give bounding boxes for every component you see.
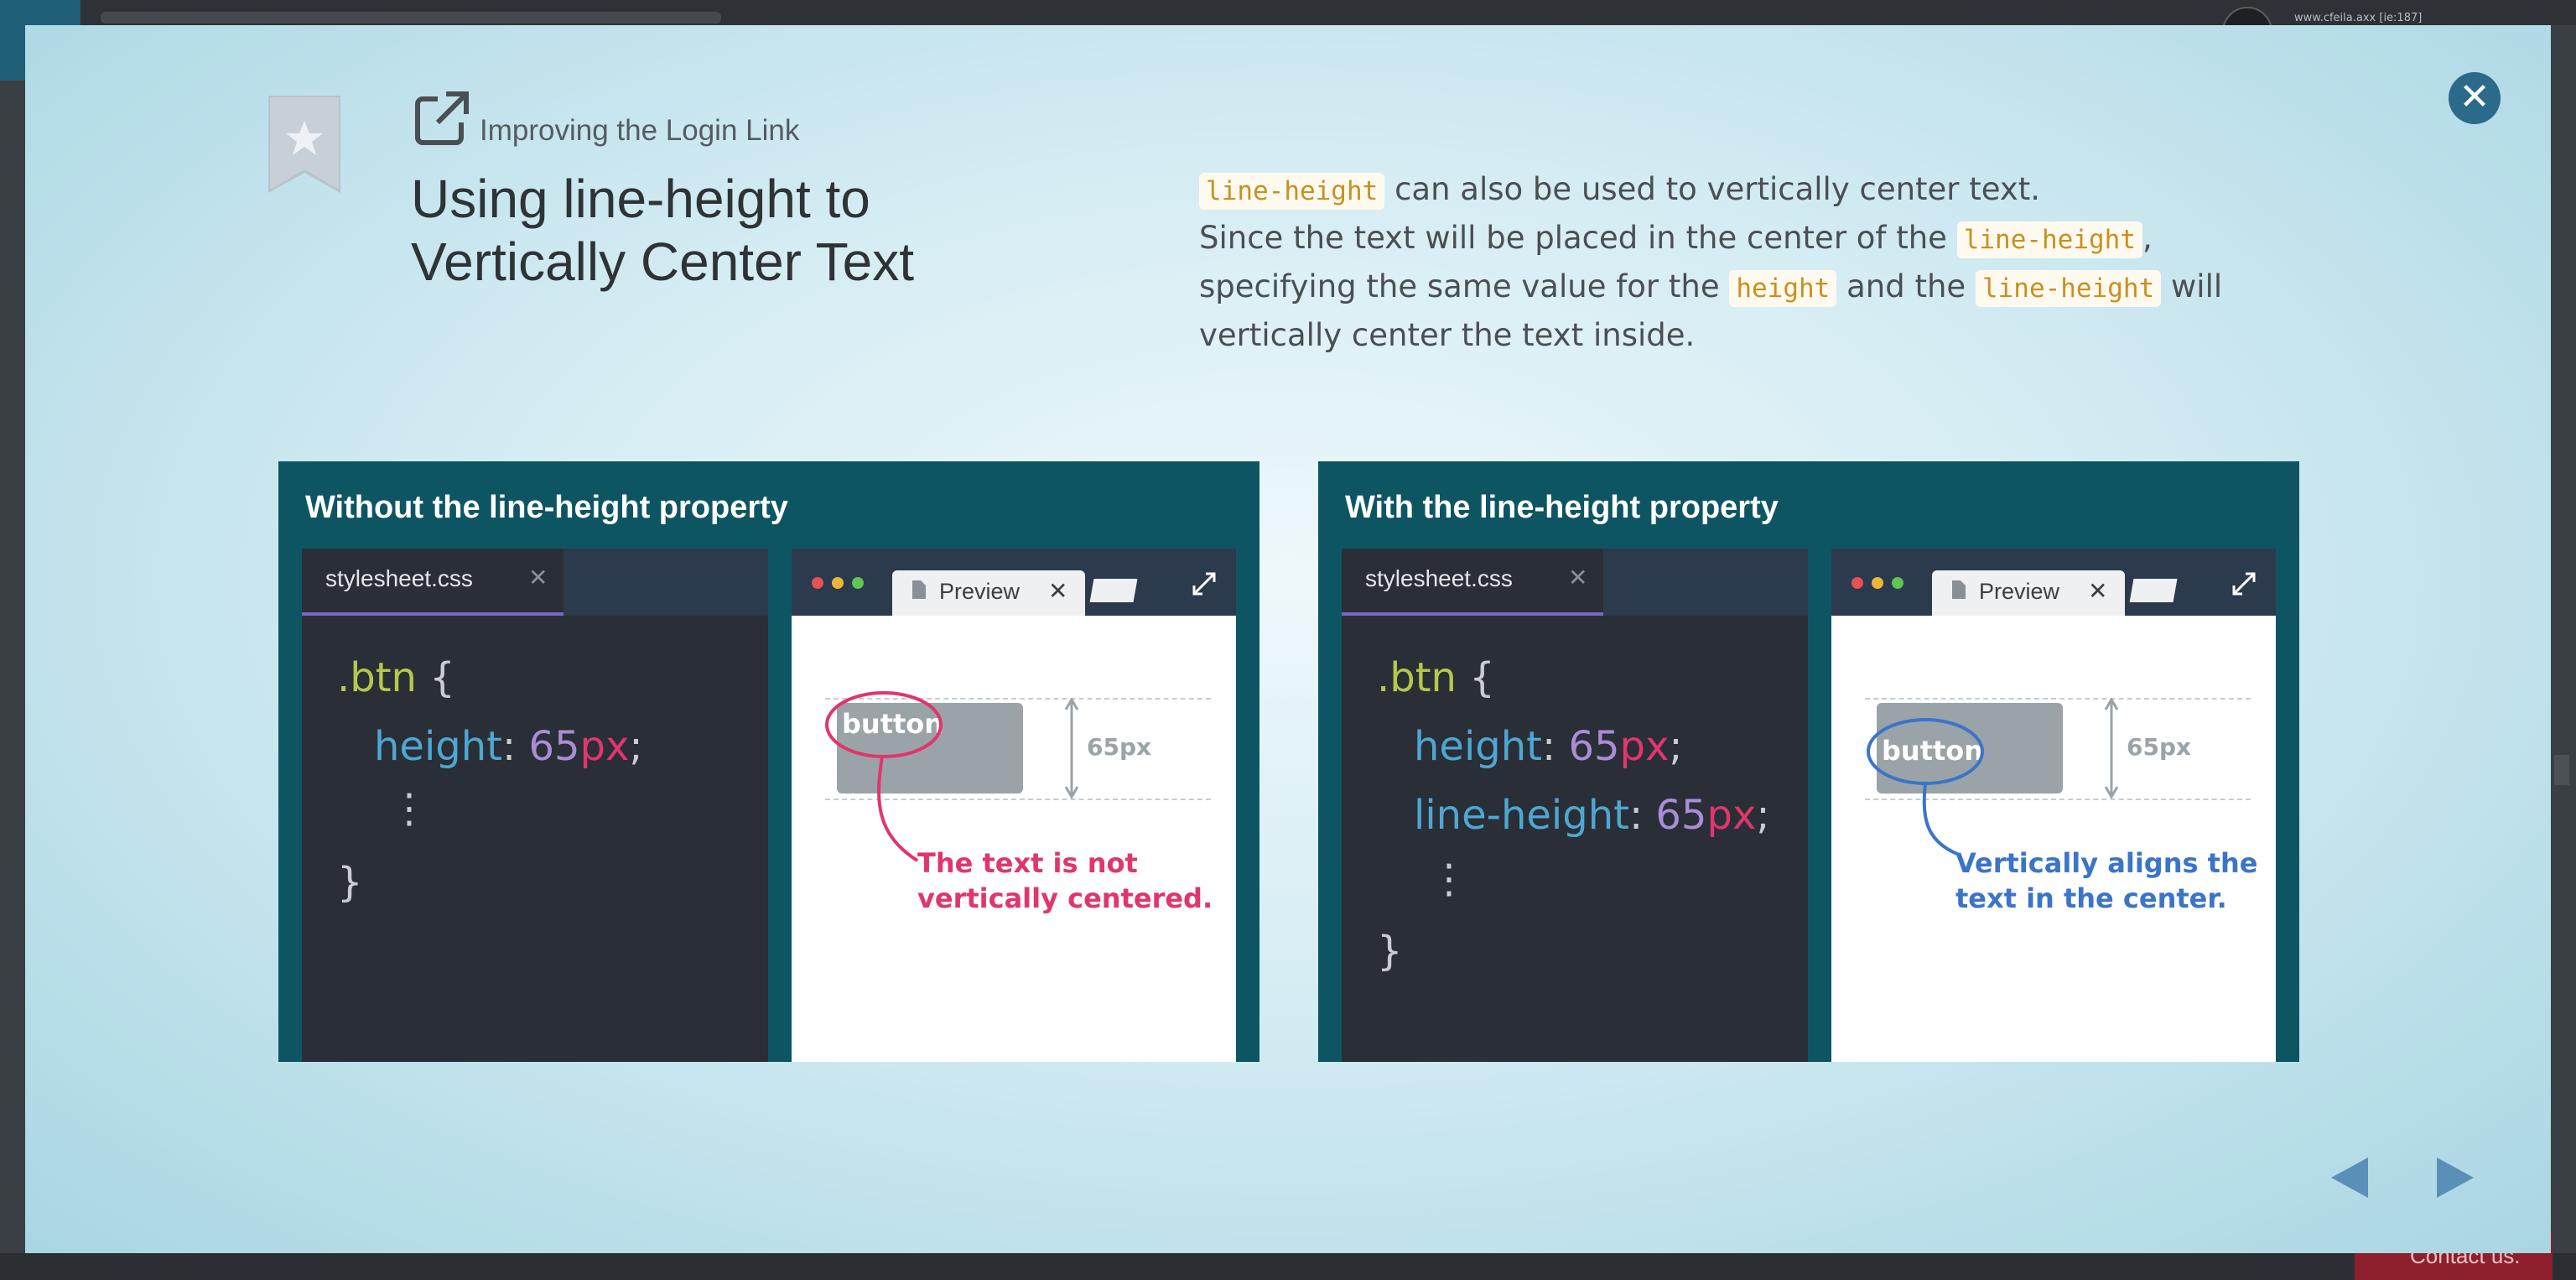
code-unit: px <box>1706 792 1757 839</box>
code-number: 65 <box>528 723 580 770</box>
inline-code: height <box>1729 270 1837 307</box>
callout-line-1: The text is not <box>917 847 1138 879</box>
previous-arrow-icon[interactable] <box>2326 1153 2376 1203</box>
editor-tab-stylesheet[interactable]: stylesheet.css ✕ <box>302 549 564 616</box>
code-unit: px <box>579 723 630 770</box>
background-address-bar <box>101 12 721 23</box>
lesson-modal: ✕ Improving the Login Link Using line-he… <box>25 25 2551 1253</box>
measure-arrow-icon <box>2104 698 2119 799</box>
browser-preview: Preview ✕ button 65px The text is not ve… <box>792 549 1236 1062</box>
code-brace: { <box>416 654 455 701</box>
code-line: .btn { <box>1377 654 1495 701</box>
close-icon[interactable]: ✕ <box>2449 72 2501 124</box>
code-ellipsis: ⋮ <box>1429 856 1469 903</box>
code-property: line-height <box>1414 792 1629 839</box>
close-icon[interactable]: ✕ <box>528 564 548 591</box>
code-number: 65 <box>1568 723 1620 770</box>
measure-label: 65px <box>1087 733 1152 761</box>
code-line: line-height: 65px; <box>1414 792 1770 839</box>
code-unit: px <box>1619 723 1670 770</box>
code-brace: } <box>1377 928 1403 975</box>
code-selector: .btn <box>1377 654 1457 701</box>
callout-line-2: vertically centered. <box>917 882 1213 914</box>
inline-code: line-height <box>1956 221 2143 258</box>
description-text: and the <box>1836 268 1976 304</box>
lesson-subtitle: Improving the Login Link <box>480 114 800 147</box>
code-property: height <box>374 723 502 770</box>
editor-tab-stylesheet[interactable]: stylesheet.css ✕ <box>1342 549 1603 616</box>
close-icon[interactable]: ✕ <box>1568 564 1587 591</box>
inline-code: line-height <box>1975 270 2162 307</box>
external-link-icon <box>415 91 469 145</box>
code-selector: .btn <box>337 654 417 701</box>
code-line: .btn { <box>337 654 455 701</box>
example-panel-without: Without the line-height property stylesh… <box>278 461 1259 1062</box>
background-url-text: www.cfeila.axx [ie:187] <box>2294 12 2423 24</box>
lesson-description: line-height can also be used to vertical… <box>1199 166 2314 359</box>
lesson-title: Using line-height to Vertically Center T… <box>411 169 914 292</box>
description-text: Since the text will be placed in the cen… <box>1199 220 1957 256</box>
code-property: height <box>1414 723 1542 770</box>
example-panel-with: With the line-height property stylesheet… <box>1318 461 2299 1062</box>
code-brace: { <box>1456 654 1495 701</box>
measure-label: 65px <box>2127 733 2192 761</box>
description-text: can also be used to vertically center te… <box>1384 171 2041 207</box>
callout-annotation <box>1867 718 1984 856</box>
browser-preview: Preview ✕ button 65px Vertically aligns … <box>1831 549 2276 1062</box>
editor-tab-label: stylesheet.css <box>1365 565 1513 591</box>
editor-tab-label: stylesheet.css <box>325 565 473 591</box>
code-ellipsis: ⋮ <box>389 785 429 832</box>
background-bottombar <box>0 1253 2576 1280</box>
measure-arrow-icon <box>1064 698 1079 799</box>
code-brace: } <box>337 859 363 906</box>
panel-title: With the line-height property <box>1345 490 1779 525</box>
callout-line-2: text in the center. <box>1955 882 2227 914</box>
code-line: height: 65px; <box>374 723 643 770</box>
next-arrow-icon[interactable] <box>2428 1153 2479 1203</box>
code-number: 65 <box>1655 792 1707 839</box>
callout-annotation <box>825 691 943 862</box>
callout-line-1: Vertically aligns the <box>1955 847 2258 879</box>
inline-code: line-height <box>1199 173 1385 210</box>
background-scrollbar-thumb <box>2554 755 2569 785</box>
panel-title: Without the line-height property <box>305 490 788 525</box>
bookmark-star-icon[interactable] <box>268 96 340 193</box>
code-line: height: 65px; <box>1414 723 1683 770</box>
code-editor: stylesheet.css ✕ .btn { height: 65px; ⋮ … <box>302 549 768 1062</box>
code-editor: stylesheet.css ✕ .btn { height: 65px; li… <box>1342 549 1808 1062</box>
